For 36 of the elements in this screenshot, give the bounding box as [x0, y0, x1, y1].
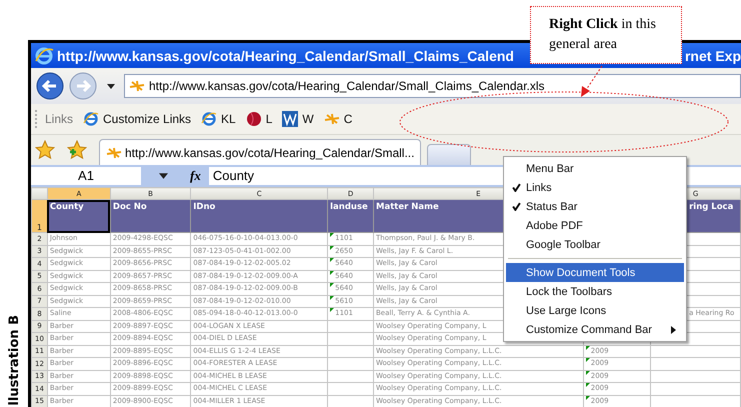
- favorites-star-icon[interactable]: [35, 140, 55, 160]
- row-number[interactable]: 1: [32, 200, 48, 232]
- browser-icon: [201, 111, 218, 127]
- browser-logo-icon: [34, 46, 54, 66]
- illustration-label: llustration B: [6, 315, 22, 406]
- header-cell: Doc No: [110, 200, 191, 232]
- browser-tab[interactable]: [427, 144, 472, 165]
- menu-item[interactable]: Show Document Tools: [506, 263, 684, 282]
- ball-icon: [246, 111, 262, 127]
- star-icon: [324, 111, 340, 127]
- callout-note: Right Click in this general area: [530, 6, 682, 64]
- header-cell: County: [47, 200, 110, 232]
- caret-icon[interactable]: [159, 173, 168, 179]
- header-cell: landuse: [328, 200, 374, 232]
- link-button[interactable]: Customize Links: [83, 111, 192, 127]
- window-title: http://www.kansas.gov/cota/Hearing_Calendar/Small_Claims_Calend: [57, 48, 514, 64]
- link-button[interactable]: W: [282, 111, 314, 127]
- link-button[interactable]: L: [246, 111, 272, 127]
- checkmark-icon: [512, 183, 520, 192]
- function-label: fx: [190, 168, 201, 184]
- checkmark-icon: [512, 202, 520, 211]
- caret-icon[interactable]: [107, 84, 115, 88]
- link-button[interactable]: C: [324, 111, 352, 127]
- browser-icon: [83, 111, 100, 127]
- name-box[interactable]: A1: [31, 167, 141, 185]
- link-button[interactable]: KL: [201, 111, 236, 127]
- browser-tab[interactable]: http://www.kansas.gov/cota/Hearing_Calendar/Small...: [99, 139, 422, 165]
- links-label: Links: [45, 112, 74, 126]
- header-cell: IDno: [190, 200, 328, 232]
- submenu-arrow-icon: [671, 326, 676, 334]
- back-button[interactable]: [35, 71, 65, 101]
- window-title-tail: rnet Exp: [684, 48, 741, 64]
- add-favorite-icon[interactable]: [67, 140, 87, 160]
- w-logo-icon: [282, 111, 298, 127]
- star-icon: [129, 80, 145, 92]
- address-field[interactable]: http://www.kansas.gov/cota/Hearing_Calendar/Small_Claims_Calendar.xls: [124, 74, 741, 98]
